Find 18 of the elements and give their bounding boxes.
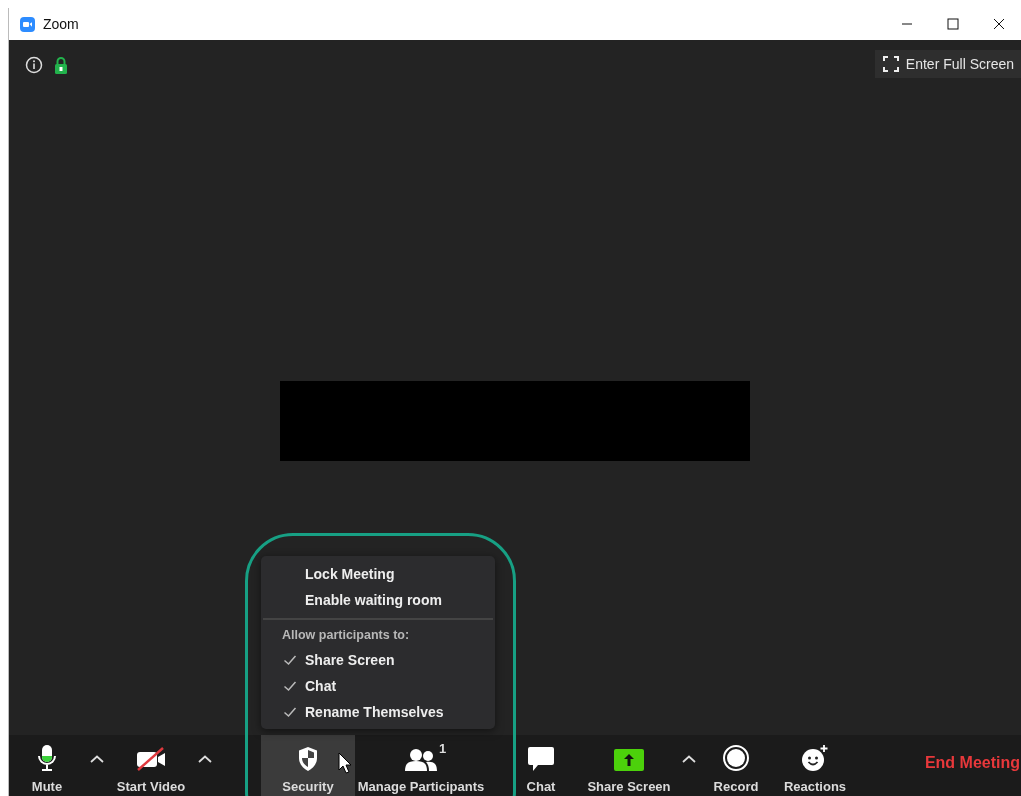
video-button[interactable]: Start Video (115, 735, 187, 796)
participant-count: 1 (439, 741, 447, 756)
menu-section-label: Allow participants to: (281, 627, 411, 644)
menu-item[interactable]: Chat (261, 673, 495, 699)
menu-item[interactable]: Lock Meeting (261, 561, 495, 587)
menu-item[interactable]: Share Screen (261, 647, 495, 673)
menu-item[interactable]: Enable waiting room (261, 587, 495, 613)
menu-item[interactable]: Rename Themselves (261, 699, 495, 725)
security-button[interactable]: Security (261, 735, 355, 796)
record-button[interactable]: Record (707, 735, 765, 796)
fullscreen-button[interactable]: Enter Full Screen (874, 50, 1021, 78)
mute-button[interactable]: Mute (15, 735, 79, 796)
window-title: Zoom (43, 16, 79, 32)
end-meeting-button[interactable]: End Meeting (924, 753, 1021, 778)
reactions-button[interactable]: Reactions (779, 735, 851, 796)
share-button[interactable]: Share Screen (587, 735, 671, 796)
chat-button[interactable]: Chat (509, 735, 573, 796)
participants-button[interactable]: Manage Participants 1 (355, 735, 487, 796)
